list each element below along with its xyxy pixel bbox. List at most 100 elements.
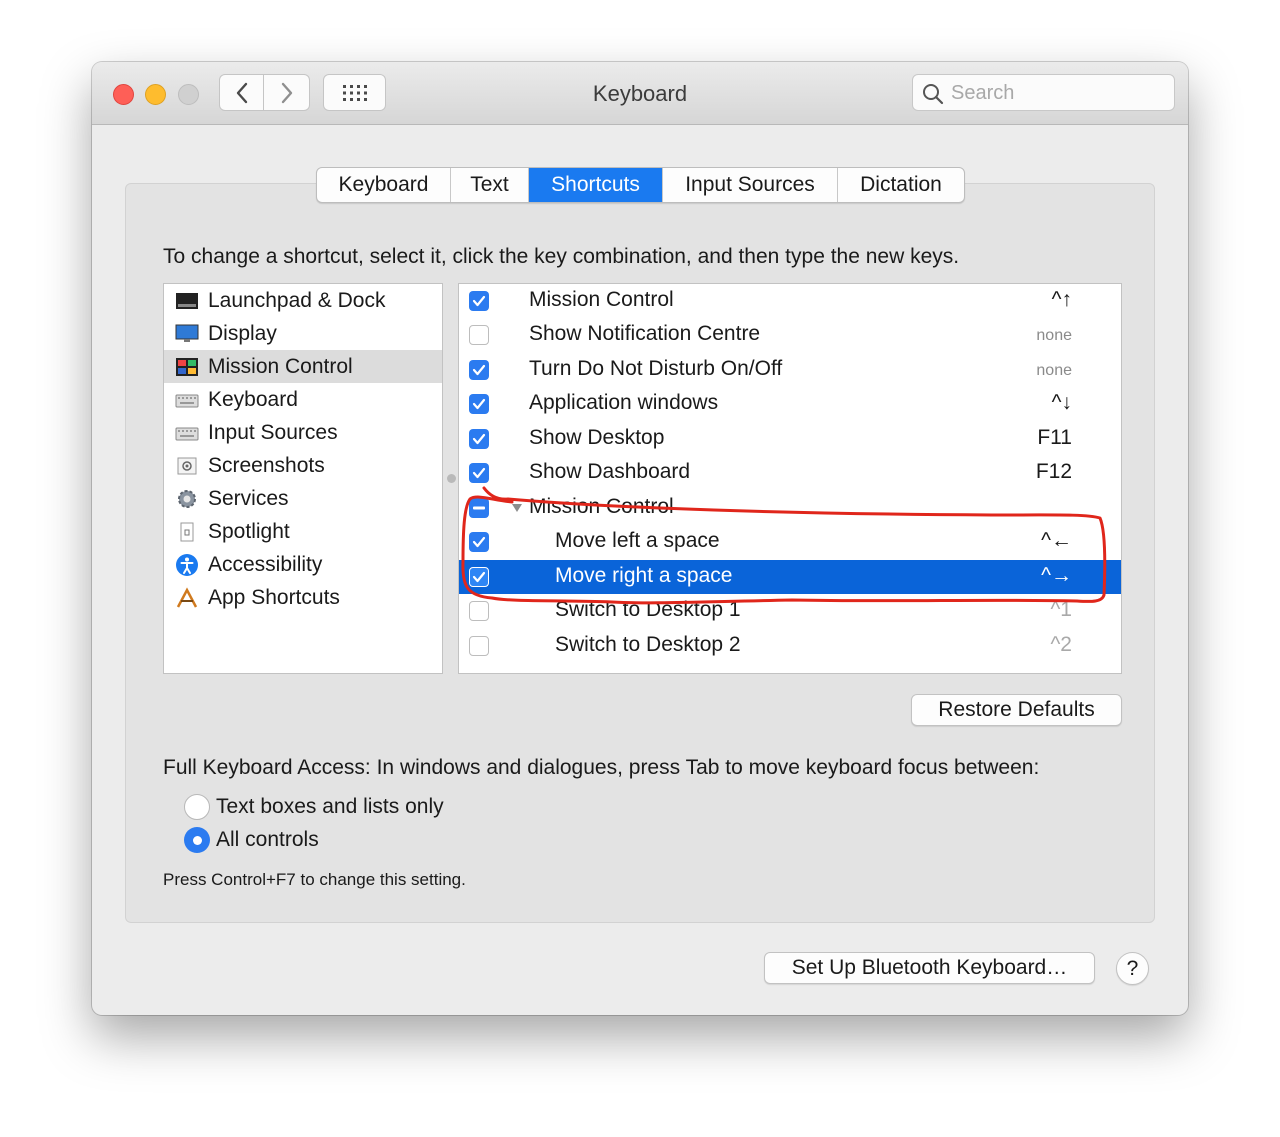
shortcut-label: Move left a space <box>555 529 720 552</box>
category-label: Screenshots <box>208 453 325 477</box>
disclosure-triangle-icon[interactable] <box>512 504 522 512</box>
shortcut-label: Show Desktop <box>529 426 665 449</box>
spotlight-icon <box>175 522 199 542</box>
enabled-checkbox[interactable] <box>469 532 489 552</box>
category-launchpad-dock[interactable]: Launchpad & Dock <box>164 284 442 317</box>
shortcut-label: Mission Control <box>529 288 674 311</box>
shortcut-row[interactable]: Switch to Desktop 1 ^1 <box>459 594 1121 628</box>
shortcut-row[interactable]: Show Notification Centre none <box>459 318 1121 352</box>
shortcut-keys[interactable]: ^→ <box>1041 564 1072 588</box>
category-label: Services <box>208 486 289 510</box>
radio-button[interactable] <box>184 794 210 820</box>
radio-all-controls[interactable]: All controls <box>184 827 319 853</box>
help-button[interactable]: ? <box>1116 952 1149 985</box>
enabled-checkbox[interactable] <box>469 567 489 587</box>
shortcut-label: Turn Do Not Disturb On/Off <box>529 357 783 380</box>
restore-defaults-button[interactable]: Restore Defaults <box>911 694 1122 726</box>
shortcut-keys[interactable]: F12 <box>1036 460 1072 484</box>
enabled-checkbox[interactable] <box>469 463 489 483</box>
mission-control-icon <box>175 357 199 377</box>
shortcut-keys[interactable]: ^← <box>1041 529 1072 553</box>
shortcut-row[interactable]: Show Desktop F11 <box>459 422 1121 456</box>
screenshots-icon <box>175 456 199 476</box>
enabled-checkbox[interactable] <box>469 429 489 449</box>
search-field[interactable] <box>912 74 1175 111</box>
category-label: Keyboard <box>208 387 298 411</box>
tab-shortcuts[interactable]: Shortcuts <box>529 168 663 202</box>
category-label: App Shortcuts <box>208 585 340 609</box>
shortcut-label: Show Notification Centre <box>529 322 761 345</box>
enabled-checkbox[interactable] <box>469 601 489 621</box>
shortcut-keys[interactable]: ^2 <box>1050 633 1072 657</box>
tab-text[interactable]: Text <box>451 168 529 202</box>
launchpad-dock-icon <box>175 291 199 311</box>
radio-button[interactable] <box>184 827 210 853</box>
enabled-checkbox[interactable] <box>469 360 489 380</box>
display-icon <box>175 324 199 344</box>
category-input-sources[interactable]: Input Sources <box>164 416 442 449</box>
shortcut-row[interactable]: Mission Control ^↑ <box>459 284 1121 318</box>
radio-label: Text boxes and lists only <box>216 795 444 818</box>
keyboard-icon <box>175 390 199 410</box>
mixed-checkbox[interactable] <box>469 498 489 518</box>
radio-label: All controls <box>216 828 319 851</box>
checkmark-icon <box>472 433 486 445</box>
setup-bluetooth-keyboard-button[interactable]: Set Up Bluetooth Keyboard… <box>764 952 1095 984</box>
shortcut-category-list: Launchpad & Dock Display Mission Control… <box>163 283 443 674</box>
category-mission-control[interactable]: Mission Control <box>164 350 442 383</box>
category-services[interactable]: Services <box>164 482 442 515</box>
control-f7-hint: Press Control+F7 to change this setting. <box>163 870 466 889</box>
minus-icon <box>473 506 485 510</box>
shortcut-row[interactable]: Turn Do Not Disturb On/Off none <box>459 353 1121 387</box>
keyboard-preferences-window: Keyboard Keyboard Text Shortcuts Input S… <box>92 62 1188 1015</box>
category-accessibility[interactable]: Accessibility <box>164 548 442 581</box>
radio-text-boxes[interactable]: Text boxes and lists only <box>184 794 444 820</box>
checkmark-icon <box>472 467 486 479</box>
checkmark-icon <box>472 536 486 548</box>
enabled-checkbox[interactable] <box>469 636 489 656</box>
shortcut-label: Move right a space <box>555 564 733 587</box>
category-spotlight[interactable]: Spotlight <box>164 515 442 548</box>
category-label: Spotlight <box>208 519 290 543</box>
category-display[interactable]: Display <box>164 317 442 350</box>
category-label: Accessibility <box>208 552 323 576</box>
app-shortcuts-icon <box>175 586 199 608</box>
shortcut-label: Switch to Desktop 2 <box>555 633 741 656</box>
shortcut-row[interactable]: Show Dashboard F12 <box>459 456 1121 490</box>
shortcut-row[interactable]: Move left a space ^← <box>459 525 1121 559</box>
tab-bar: Keyboard Text Shortcuts Input Sources Di… <box>316 167 965 203</box>
search-input[interactable] <box>949 78 1163 108</box>
category-label: Display <box>208 321 277 345</box>
shortcut-row[interactable]: Application windows ^↓ <box>459 387 1121 421</box>
shortcut-row[interactable]: Switch to Desktop 2 ^2 <box>459 629 1121 663</box>
title-bar: Keyboard <box>92 62 1188 125</box>
shortcut-label: Switch to Desktop 1 <box>555 598 741 621</box>
tab-dictation[interactable]: Dictation <box>838 168 964 202</box>
checkmark-icon <box>472 295 486 307</box>
gear-icon <box>175 489 199 509</box>
shortcut-keys[interactable]: ^1 <box>1050 598 1072 622</box>
instruction-text: To change a shortcut, select it, click t… <box>163 245 960 268</box>
category-app-shortcuts[interactable]: App Shortcuts <box>164 581 442 614</box>
enabled-checkbox[interactable] <box>469 394 489 414</box>
checkmark-icon <box>472 571 486 583</box>
tab-input-sources[interactable]: Input Sources <box>663 168 838 202</box>
category-label: Mission Control <box>208 354 353 378</box>
tab-keyboard[interactable]: Keyboard <box>317 168 451 202</box>
shortcut-keys[interactable]: ^↑ <box>1052 288 1072 312</box>
shortcut-row-selected[interactable]: Move right a space ^→ <box>459 560 1121 594</box>
shortcut-label: Application windows <box>529 391 719 414</box>
checkmark-icon <box>472 398 486 410</box>
shortcut-keys[interactable]: ^↓ <box>1052 391 1072 415</box>
enabled-checkbox[interactable] <box>469 291 489 311</box>
enabled-checkbox[interactable] <box>469 325 489 345</box>
shortcut-keys[interactable]: F11 <box>1037 426 1072 450</box>
shortcut-keys[interactable]: none <box>1036 327 1072 345</box>
category-label: Input Sources <box>208 420 338 444</box>
split-view-divider[interactable] <box>447 474 456 483</box>
category-label: Launchpad & Dock <box>208 288 386 312</box>
shortcut-group-row[interactable]: Mission Control <box>459 491 1121 525</box>
category-keyboard[interactable]: Keyboard <box>164 383 442 416</box>
shortcut-keys[interactable]: none <box>1036 362 1072 380</box>
category-screenshots[interactable]: Screenshots <box>164 449 442 482</box>
